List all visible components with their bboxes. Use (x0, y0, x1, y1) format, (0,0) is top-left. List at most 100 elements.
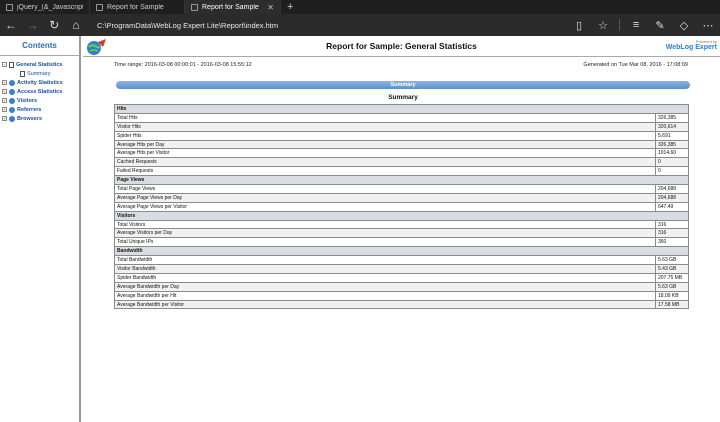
tree-item-summary[interactable]: Summary (2, 69, 79, 78)
table-section-header: Hits (114, 104, 689, 114)
expand-icon[interactable]: + (2, 89, 7, 94)
table-section-header: Page Views (114, 175, 689, 186)
report-header: Report for Sample: General Statistics Po… (83, 36, 720, 57)
metric-value: 5.63 GB (655, 281, 689, 292)
expand-icon[interactable]: + (2, 107, 7, 112)
metric-value: 5.43 GB (655, 264, 689, 274)
metric-label: Total Unique IPs (114, 237, 656, 248)
table-row: Average Page Views per Visitor 647.49 (114, 201, 689, 212)
reading-view-icon[interactable]: ▯ (567, 14, 591, 36)
document-icon (96, 3, 103, 11)
metric-value: 5.63 GB (655, 255, 689, 266)
tree-item-referrers[interactable]: + Referrers (2, 105, 79, 114)
favorite-star-icon[interactable]: ☆ (591, 14, 615, 36)
tree-item-label: Access Statistics (17, 88, 63, 95)
tree-item-access-statistics[interactable]: + Access Statistics (2, 87, 79, 96)
metric-value: 320,614 (655, 121, 689, 132)
table-row: Average Hits per Day 326,385 (114, 139, 689, 150)
table-row: Total Page Views 204,688 (114, 184, 689, 194)
table-row: Spider Hits 5,691 (114, 130, 689, 141)
refresh-icon[interactable]: ↻ (43, 14, 65, 36)
metric-value: 5,691 (655, 130, 689, 141)
tree-item-visitors[interactable]: + Visitors (2, 96, 79, 105)
metric-label: Visitor Bandwidth (114, 264, 656, 274)
metric-label: Visitor Hits (114, 121, 656, 132)
tree-item-browsers[interactable]: + Browsers (2, 114, 79, 123)
summary-section-bar: Summary (116, 81, 690, 89)
metric-label: Average Visitors per Day (114, 228, 656, 239)
tab-label: jQuery_(&_Javascript).pdf (17, 3, 83, 11)
close-tab-icon[interactable]: ✕ (267, 3, 274, 12)
metric-label: Total Page Views (114, 184, 656, 194)
home-icon[interactable]: ⌂ (65, 14, 87, 36)
metric-value: 18.09 KB (655, 290, 689, 301)
book-icon (9, 88, 15, 95)
tree-item-general-statistics[interactable]: − General Statistics (2, 60, 79, 69)
metric-value: 647.49 (655, 201, 689, 212)
tree-item-label: Activity Statistics (17, 79, 63, 86)
metric-label: Average Hits per Visitor (114, 148, 656, 159)
forward-icon[interactable]: → (22, 14, 44, 36)
tree-item-label: Visitors (17, 97, 38, 104)
table-row: Total Bandwidth 5.63 GB (114, 255, 689, 266)
browser-tab-3[interactable]: Report for Sample ✕ (185, 0, 281, 14)
brand-link[interactable]: WebLog Expert (666, 44, 717, 51)
metric-label: Average Page Views per Visitor (114, 201, 656, 212)
report-title: Report for Sample: General Statistics (326, 41, 477, 51)
book-icon (9, 79, 15, 86)
table-row: Visitor Hits 320,614 (114, 121, 689, 132)
table-row: Total Visitors 316 (114, 219, 689, 230)
tab-bar: jQuery_(&_Javascript).pdf Report for Sam… (0, 0, 720, 14)
table-row: Average Bandwidth per Visitor 17.58 MB (114, 299, 689, 310)
expand-icon[interactable]: + (2, 80, 7, 85)
metric-label: Total Bandwidth (114, 255, 656, 266)
metric-value: 316 (655, 228, 689, 239)
separator (619, 19, 621, 31)
metric-label: Average Bandwidth per Hit (114, 290, 656, 301)
table-row: Spider Bandwidth 207.75 MB (114, 272, 689, 283)
contents-frame: Contents − General Statistics Summary + … (0, 36, 81, 422)
tree-item-label: Browsers (17, 115, 43, 122)
address-bar[interactable]: C:\ProgramData\WebLog Expert Lite\Report… (93, 17, 567, 33)
tree-item-label: Summary (27, 70, 51, 77)
section-label: Hits (114, 104, 689, 114)
navigation-bar: ← → ↻ ⌂ C:\ProgramData\WebLog Expert Lit… (0, 14, 720, 36)
collapse-icon[interactable]: − (2, 62, 7, 67)
back-icon[interactable]: ← (0, 14, 22, 36)
metric-label: Average Bandwidth per Visitor (114, 299, 656, 310)
browser-tab-1[interactable]: jQuery_(&_Javascript).pdf (0, 0, 90, 14)
section-label: Visitors (114, 210, 689, 221)
table-section-header: Bandwidth (114, 246, 689, 257)
expand-icon[interactable]: + (2, 98, 7, 103)
table-row: Total Hits 326,385 (114, 112, 689, 123)
browser-tab-2[interactable]: Report for Sample (90, 0, 185, 14)
more-icon[interactable]: ⋯ (696, 14, 720, 36)
metric-label: Total Visitors (114, 219, 656, 230)
metric-value: 326,385 (655, 139, 689, 150)
web-note-icon[interactable]: ✎ (648, 14, 672, 36)
table-row: Average Page Views per Day 204,688 (114, 192, 689, 203)
table-section-header: Visitors (114, 210, 689, 221)
metric-value: 316 (655, 219, 689, 230)
expand-icon[interactable]: + (2, 116, 7, 121)
metric-label: Average Hits per Day (114, 139, 656, 150)
share-icon[interactable]: ◇ (672, 14, 696, 36)
book-icon (9, 106, 15, 113)
metric-label: Spider Bandwidth (114, 272, 656, 283)
tree-item-activity-statistics[interactable]: + Activity Statistics (2, 78, 79, 87)
tree-item-label: General Statistics (16, 61, 63, 68)
metric-value: 204,688 (655, 184, 689, 194)
metric-value: 204,688 (655, 192, 689, 203)
new-tab-button[interactable]: + (281, 0, 299, 14)
tree-item-label: Referrers (17, 106, 42, 113)
summary-title: Summary (388, 94, 418, 101)
section-label: Bandwidth (114, 246, 689, 257)
table-row: Visitor Bandwidth 5.43 GB (114, 264, 689, 274)
document-icon (191, 3, 198, 11)
generated-date: Generated on Tue Mar 08, 2016 - 17:08:09 (583, 62, 688, 68)
metric-label: Average Bandwidth per Day (114, 281, 656, 292)
metric-label: Failed Requests (114, 166, 656, 177)
hub-icon[interactable]: ≡ (624, 14, 648, 36)
tab-label: Report for Sample (202, 3, 259, 11)
section-label: Page Views (114, 175, 689, 186)
